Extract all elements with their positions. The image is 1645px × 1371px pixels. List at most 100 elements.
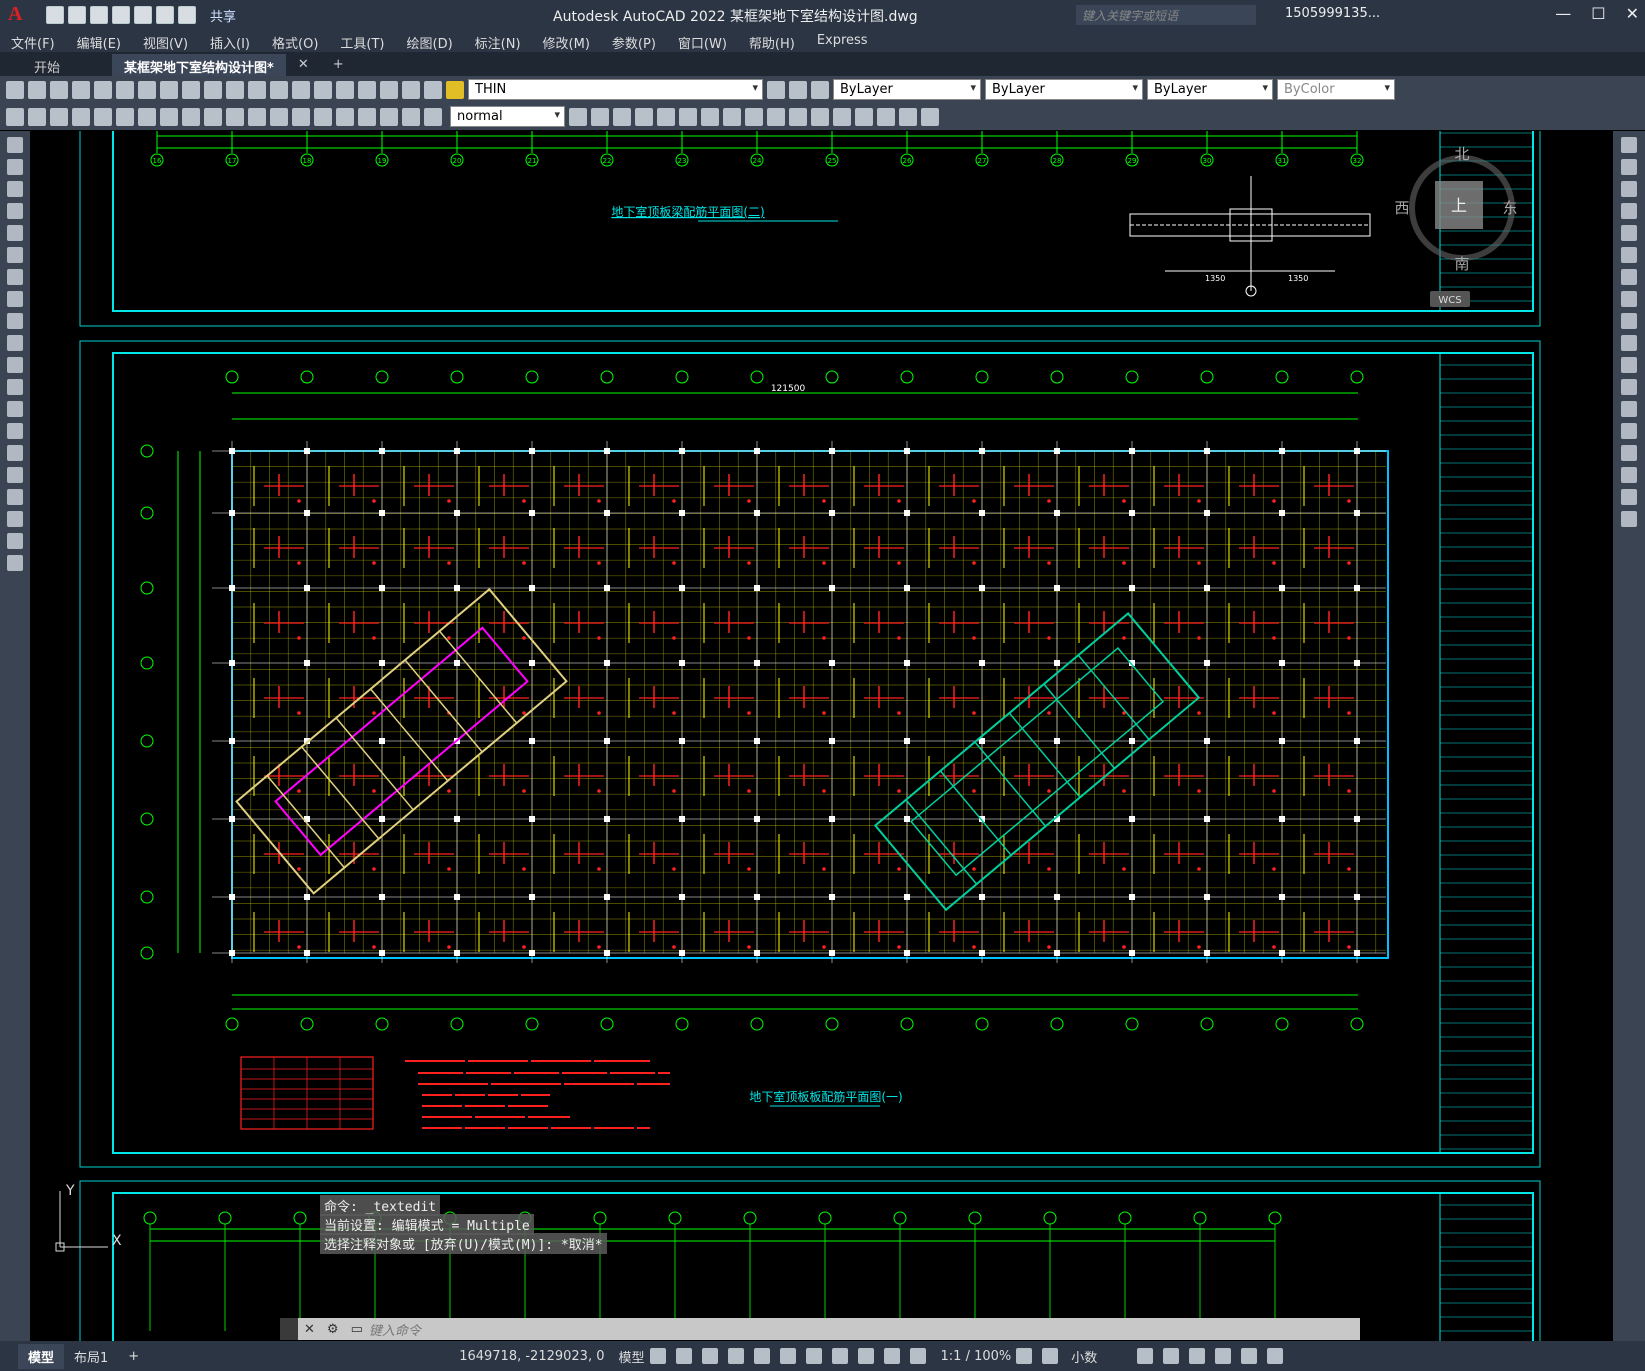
preview-icon[interactable] [94, 80, 112, 99]
continue-icon[interactable] [226, 107, 244, 126]
break-at-point-icon[interactable] [1621, 379, 1637, 395]
stretch-icon[interactable] [745, 107, 763, 126]
qnew-icon[interactable] [6, 80, 24, 99]
share-button[interactable]: 共享 [210, 6, 236, 25]
dim-edit-icon[interactable] [380, 107, 398, 126]
zoom-icon[interactable] [270, 80, 288, 99]
center-mark-icon[interactable] [314, 107, 332, 126]
menu-express[interactable]: Express [806, 30, 879, 52]
menu-modify[interactable]: 修改(M) [532, 30, 601, 52]
gradient-icon[interactable] [7, 467, 23, 483]
region-icon[interactable] [7, 489, 23, 505]
zoom-window-icon[interactable] [292, 80, 310, 99]
command-input[interactable]: 键入命令 [369, 1320, 421, 1339]
polar-icon[interactable] [727, 1348, 744, 1364]
menu-file[interactable]: 文件(F) [0, 30, 66, 52]
insert-block-icon[interactable] [7, 379, 23, 395]
erase-icon[interactable] [1621, 137, 1637, 153]
table-icon[interactable] [7, 511, 23, 527]
print-icon[interactable] [134, 6, 152, 24]
plot-icon[interactable] [72, 80, 90, 99]
explode-icon[interactable] [1621, 511, 1637, 527]
color-select[interactable]: ByLayer [833, 79, 981, 100]
annotation-scale[interactable]: 1:1 / 100% [941, 1349, 1012, 1364]
osnap-icon[interactable] [753, 1348, 770, 1364]
layer-props-icon[interactable] [424, 80, 442, 99]
layer-select[interactable]: THIN [468, 79, 763, 100]
revcloud-icon[interactable] [7, 291, 23, 307]
rotate-icon[interactable] [701, 107, 719, 126]
units-select[interactable]: 小数 [1071, 1347, 1097, 1366]
erase-icon[interactable] [921, 107, 939, 126]
menu-format[interactable]: 格式(O) [261, 30, 329, 52]
quick-props-icon[interactable] [1137, 1348, 1154, 1364]
scale-icon[interactable] [1621, 291, 1637, 307]
selection-cycling-icon[interactable] [857, 1348, 874, 1364]
dim-style-icon[interactable] [569, 107, 587, 126]
linetype-select[interactable]: ByLayer [985, 79, 1143, 100]
join-icon[interactable] [1621, 423, 1637, 439]
snap-icon[interactable] [675, 1348, 692, 1364]
coordinates[interactable]: 1649718, -2129023, 0 [459, 1349, 604, 1364]
tolerance-icon[interactable] [292, 107, 310, 126]
circle-icon[interactable] [7, 269, 23, 285]
clean-screen-icon[interactable] [1241, 1348, 1258, 1364]
move-icon[interactable] [1621, 247, 1637, 263]
add-layout-icon[interactable]: + [118, 1346, 149, 1367]
trim-icon[interactable] [767, 107, 785, 126]
extend-icon[interactable] [789, 107, 807, 126]
mirror-icon[interactable] [635, 107, 653, 126]
fillet-icon[interactable] [877, 107, 895, 126]
new-icon[interactable] [46, 6, 64, 24]
autocad-logo-icon[interactable]: A [8, 3, 34, 27]
move-icon[interactable] [591, 107, 609, 126]
jogged-icon[interactable] [116, 107, 134, 126]
dim-update-icon[interactable] [424, 107, 442, 126]
annotation-scale-icon[interactable] [909, 1348, 926, 1364]
minimize-icon[interactable]: — [1555, 4, 1571, 23]
viewcube-east[interactable]: 东 [1502, 199, 1517, 217]
tab-layout1[interactable]: 布局1 [64, 1344, 118, 1369]
blend-icon[interactable] [1621, 489, 1637, 505]
sheet-set-icon[interactable] [380, 80, 398, 99]
menu-tools[interactable]: 工具(T) [329, 30, 395, 52]
menu-view[interactable]: 视图(V) [132, 30, 199, 52]
explode-icon[interactable] [899, 107, 917, 126]
tab-model[interactable]: 模型 [18, 1343, 65, 1369]
user-account[interactable]: 1505999135... [1285, 6, 1380, 21]
linear-dim-icon[interactable] [6, 107, 24, 126]
rotate-icon[interactable] [1621, 269, 1637, 285]
ordinate-icon[interactable] [72, 107, 90, 126]
radius-icon[interactable] [94, 107, 112, 126]
lock-ui-icon[interactable] [1163, 1348, 1180, 1364]
save-as-icon[interactable] [112, 6, 130, 24]
menu-help[interactable]: 帮助(H) [738, 30, 806, 52]
close-icon[interactable]: ✕ [1626, 4, 1639, 23]
hardware-accel-icon[interactable] [1215, 1348, 1232, 1364]
search-input[interactable]: 键入关键字或短语 [1076, 5, 1256, 25]
command-line[interactable]: ✕ ⚙ ▭ 键入命令 [280, 1318, 1360, 1340]
aligned-dim-icon[interactable] [28, 107, 46, 126]
annotation-icon[interactable] [883, 1348, 900, 1364]
tab-start[interactable]: 开始 [22, 54, 72, 76]
cmd-close-icon[interactable]: ✕ [304, 1322, 315, 1337]
chamfer-icon[interactable] [1621, 445, 1637, 461]
redo-icon[interactable] [226, 80, 244, 99]
rectangle-icon[interactable] [7, 225, 23, 241]
array-icon[interactable] [1621, 225, 1637, 241]
workspace-gear-icon[interactable] [1016, 1348, 1033, 1364]
dim-break-icon[interactable] [270, 107, 288, 126]
viewcube-north[interactable]: 北 [1454, 145, 1469, 163]
plus-icon[interactable] [1042, 1348, 1059, 1364]
menu-draw[interactable]: 绘图(D) [396, 30, 464, 52]
make-block-icon[interactable] [7, 401, 23, 417]
cmd-grip[interactable] [280, 1318, 298, 1340]
hatch-icon[interactable] [7, 445, 23, 461]
model-space-button[interactable]: 模型 [619, 1347, 645, 1366]
construction-line-icon[interactable] [7, 159, 23, 175]
inspect-icon[interactable] [336, 107, 354, 126]
add-selected-icon[interactable] [7, 555, 23, 571]
menu-window[interactable]: 窗口(W) [667, 30, 738, 52]
line-icon[interactable] [7, 137, 23, 153]
scale-icon[interactable] [723, 107, 741, 126]
